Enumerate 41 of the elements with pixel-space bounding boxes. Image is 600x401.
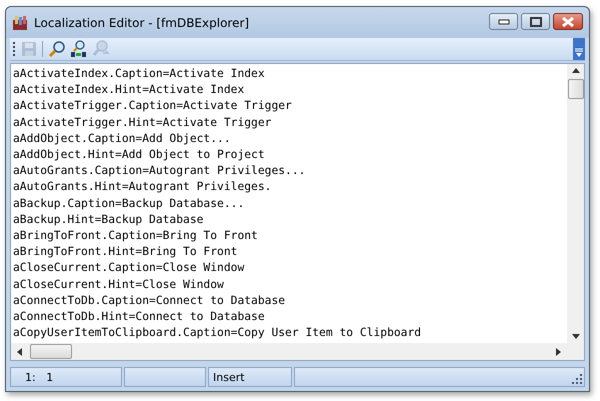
grip-icon xyxy=(13,42,16,56)
code-line: aConnectToDb.Caption=Connect to Database xyxy=(13,292,286,309)
code-line: aActivateIndex.Hint=Activate Index xyxy=(13,82,246,98)
code-line: aCloseCurrent.Caption=Close Window xyxy=(13,260,246,276)
maximize-button[interactable] xyxy=(521,13,550,30)
vertical-scrollbar[interactable] xyxy=(567,64,584,343)
maximize-icon xyxy=(530,16,542,26)
replace-button[interactable] xyxy=(69,39,89,59)
code-line: aAutoGrants.Caption=Autogrant Privileges... xyxy=(13,163,306,180)
close-button[interactable] xyxy=(553,13,583,30)
scroll-up-icon xyxy=(572,68,580,73)
code-line: aBringToFront.Hint=Bring To Front xyxy=(13,244,238,260)
horizontal-scrollbar[interactable] xyxy=(11,343,567,360)
code-line: aActivateTrigger.Hint=Activate Trigger xyxy=(13,114,272,131)
window-title: Localization Editor - [fmDBExplorer] xyxy=(34,16,250,30)
code-line: aActivateIndex.Caption=Activate Index xyxy=(13,66,266,82)
scroll-down-icon xyxy=(572,334,580,339)
code-line: aActivateTrigger.Caption=Activate Trigger xyxy=(13,98,293,114)
code-line: aAddObject.Hint=Add Object to Project xyxy=(13,147,266,164)
toolbox-icon xyxy=(12,14,28,30)
minimize-icon xyxy=(498,18,510,24)
code-line: aBackup.Caption=Backup Database... xyxy=(13,196,246,212)
code-line: aCopyUserItemToClipboard.Caption=Copy User Item to Clipboard xyxy=(13,325,422,342)
scroll-right-icon xyxy=(556,348,561,356)
code-line: aCloseCurrent.Hint=Close Window xyxy=(13,276,225,293)
code-line: aBackup.Hint=Backup Database xyxy=(13,212,204,228)
edit-mode: Insert xyxy=(208,367,292,387)
scroll-thumb[interactable] xyxy=(30,344,72,359)
code-line: aBringToFront.Caption=Bring To Front xyxy=(13,228,259,244)
code-line: aAutoGrants.Hint=Autogrant Privileges. xyxy=(13,179,272,196)
close-icon xyxy=(561,16,575,26)
dropdown-icon xyxy=(575,48,583,57)
minimize-button[interactable] xyxy=(489,13,518,30)
cursor-position: 1: 1 xyxy=(10,367,122,387)
toolbar-options-button[interactable] xyxy=(573,38,585,60)
scroll-left-icon xyxy=(17,348,22,356)
scroll-thumb[interactable] xyxy=(568,79,584,99)
code-line: aConnectToDb.Hint=Connect to Database xyxy=(13,309,266,326)
resize-grip-icon xyxy=(572,374,582,384)
search-button[interactable] xyxy=(47,39,67,59)
code-line: aAddObject.Caption=Add Object... xyxy=(13,130,232,147)
